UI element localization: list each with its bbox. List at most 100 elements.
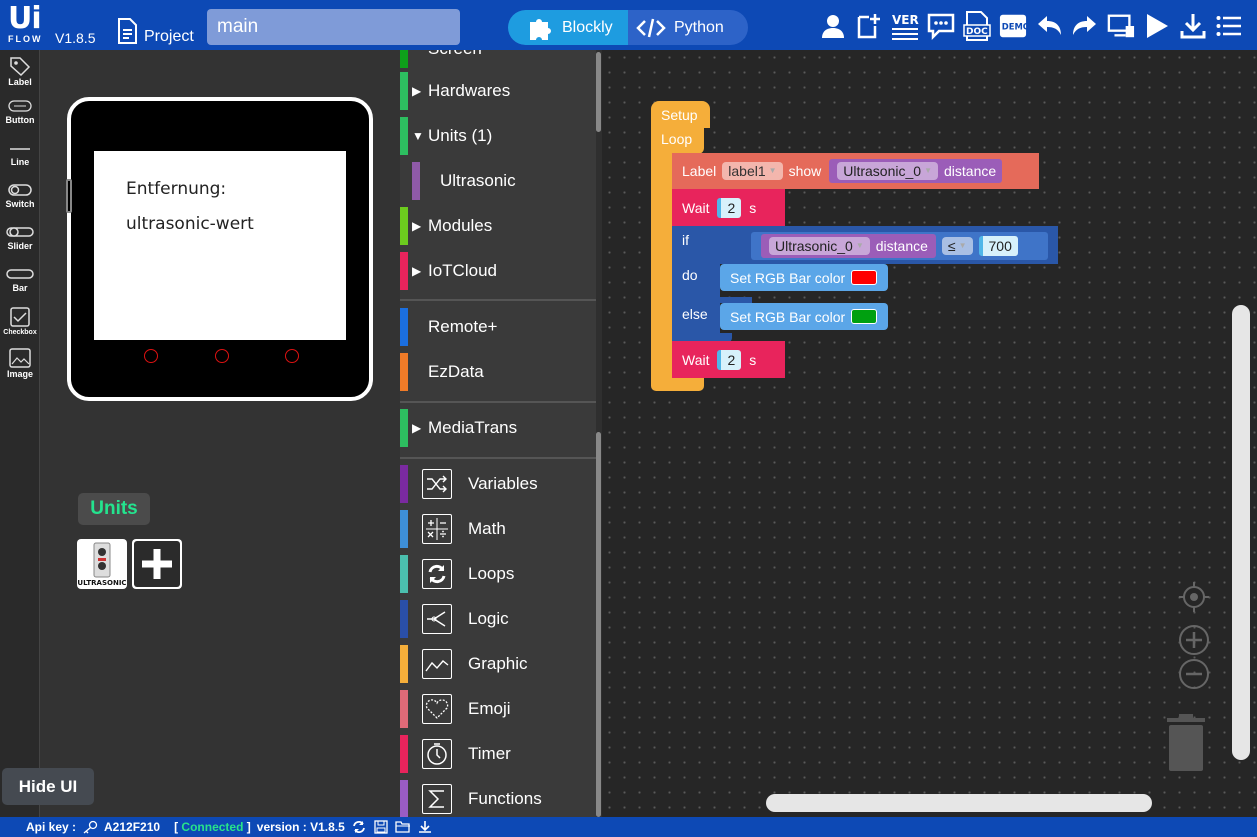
firmware-version: version : V1.8.5 [256, 820, 345, 834]
category-label: Math [468, 519, 506, 538]
workspace-vertical-scrollbar[interactable] [1232, 305, 1250, 760]
category-graphic[interactable]: Graphic [400, 643, 596, 685]
toolbox-scroll-thumb-lower[interactable] [596, 432, 601, 817]
category-units[interactable]: ▼ Units (1) [400, 115, 596, 157]
logo-subtext: FLOW [8, 34, 43, 44]
wait-kw: Wait [682, 351, 710, 368]
category-remote[interactable]: Remote+ [400, 306, 596, 348]
variables-icon [422, 469, 452, 499]
component-bar[interactable]: Bar [0, 264, 40, 302]
category-ezdata[interactable]: EzData [400, 351, 596, 393]
redo-icon[interactable] [1071, 11, 1099, 41]
dropdown-arrow-icon: ▼ [768, 166, 777, 175]
do-kw: do [682, 267, 698, 283]
trash-icon[interactable] [1165, 713, 1207, 773]
component-image[interactable]: Image [0, 346, 40, 384]
block-category-toolbox: Screen ▶ Hardwares ▼ Units (1) Ultrasoni… [400, 50, 602, 817]
compare-value-input[interactable]: 700 [978, 236, 1018, 256]
rgb-color-picker-do[interactable] [851, 270, 878, 285]
ultrasonic-unit-icon: ULTRASONIC [77, 542, 127, 587]
wait-value-input[interactable]: 2 [717, 349, 742, 370]
run-icon[interactable] [1143, 11, 1171, 41]
set-rgb-block-do[interactable]: Set RGB Bar color [720, 264, 888, 291]
blockly-mode-button[interactable]: Blockly [508, 10, 628, 45]
ultrasonic-unit-tile[interactable]: ULTRASONIC [77, 539, 127, 589]
zoom-out-icon[interactable] [1178, 658, 1210, 690]
set-rgb-block-else[interactable]: Set RGB Bar color [720, 303, 888, 330]
category-loops[interactable]: Loops [400, 553, 596, 595]
project-label: Project [144, 28, 194, 45]
category-emoji[interactable]: Emoji [400, 688, 596, 730]
device-screen[interactable]: Entfernung: ultrasonic-wert [94, 151, 346, 340]
zoom-in-icon[interactable] [1178, 624, 1210, 656]
component-label[interactable]: Label [0, 54, 40, 92]
component-switch[interactable]: Switch [0, 180, 40, 218]
wait-value-input[interactable]: 2 [717, 197, 742, 218]
compare-operator-dropdown[interactable]: ≤ ▼ [941, 237, 973, 255]
device-manager-icon[interactable] [1107, 11, 1135, 41]
hide-ui-button[interactable]: Hide UI [2, 768, 94, 805]
tag-icon [10, 57, 31, 76]
distance-kw: distance [944, 163, 997, 179]
category-color-bar [400, 510, 408, 548]
device-button-b[interactable] [215, 349, 229, 363]
screen-label2[interactable]: ultrasonic-wert [126, 214, 254, 234]
recenter-icon[interactable] [1178, 581, 1210, 613]
category-hardwares[interactable]: ▶ Hardwares [400, 70, 596, 112]
device-button-c[interactable] [285, 349, 299, 363]
refresh-icon[interactable] [351, 820, 367, 834]
component-line[interactable]: Line [0, 138, 40, 176]
category-screen[interactable]: Screen [400, 50, 596, 70]
sensor-dropdown[interactable]: Ultrasonic_0 ▼ [837, 162, 938, 180]
ultrasonic-distance-block[interactable]: Ultrasonic_0 ▼ distance [761, 234, 936, 258]
menu-icon[interactable] [1215, 11, 1243, 41]
device-button-a[interactable] [144, 349, 158, 363]
toolbox-scroll-thumb[interactable] [596, 52, 601, 132]
label-var-dropdown[interactable]: label1 ▼ [722, 162, 783, 180]
wait-block-1[interactable]: Wait 2 s [672, 189, 785, 226]
label-show-block[interactable]: Label label1 ▼ show Ultrasonic_0 ▼ distanc… [672, 153, 1039, 189]
project-button[interactable]: Project [116, 14, 194, 46]
user-icon[interactable] [819, 11, 847, 41]
project-name-input[interactable] [207, 9, 460, 45]
new-file-icon[interactable] [855, 11, 883, 41]
component-button[interactable]: Button [0, 96, 40, 134]
category-mediatrans[interactable]: ▶ MediaTrans [400, 407, 596, 449]
component-checkbox[interactable]: Checkbox [0, 304, 40, 342]
workspace-horizontal-scrollbar[interactable] [766, 794, 1152, 812]
python-mode-button[interactable]: Python [628, 10, 748, 45]
open-folder-icon[interactable] [395, 820, 411, 834]
category-color-bar [412, 162, 420, 200]
category-modules[interactable]: ▶ Modules [400, 205, 596, 247]
show-kw: show [788, 163, 822, 179]
setup-block[interactable]: Setup [651, 101, 710, 128]
category-logic[interactable]: Logic [400, 598, 596, 640]
download-small-icon[interactable] [417, 820, 433, 834]
doc-icon[interactable]: DOC [963, 11, 991, 41]
component-slider[interactable]: Slider [0, 222, 40, 260]
rgb-color-picker-else[interactable] [851, 309, 878, 324]
ultrasonic-distance-block[interactable]: Ultrasonic_0 ▼ distance [829, 159, 1003, 183]
version-icon[interactable]: VER. [891, 11, 919, 41]
doc-icon-text: DOC [966, 27, 988, 37]
comment-icon[interactable] [927, 11, 955, 41]
save-icon[interactable] [373, 820, 389, 834]
sensor-text: Ultrasonic_0 [775, 238, 853, 254]
ui-component-palette: Label Button Line Switch Slider Bar Chec… [0, 50, 40, 817]
category-iotcloud[interactable]: ▶ IoTCloud [400, 250, 596, 292]
screen-label1[interactable]: Entfernung: [126, 179, 226, 199]
category-math[interactable]: Math [400, 508, 596, 550]
demo-icon[interactable]: DEMO [999, 11, 1027, 41]
category-functions[interactable]: Functions [400, 778, 596, 817]
sensor-dropdown[interactable]: Ultrasonic_0 ▼ [769, 237, 870, 255]
download-icon[interactable] [1179, 11, 1207, 41]
add-unit-button[interactable] [132, 539, 182, 589]
label-var-text: label1 [728, 163, 766, 179]
category-timer[interactable]: Timer [400, 733, 596, 775]
undo-icon[interactable] [1035, 11, 1063, 41]
wait-block-2[interactable]: Wait 2 s [672, 341, 785, 378]
compare-block[interactable]: Ultrasonic_0 ▼ distance ≤ ▼ 700 [751, 232, 1048, 260]
category-ultrasonic[interactable]: Ultrasonic [400, 160, 596, 202]
expand-triangle-icon: ▶ [412, 264, 422, 278]
category-variables[interactable]: Variables [400, 463, 596, 505]
